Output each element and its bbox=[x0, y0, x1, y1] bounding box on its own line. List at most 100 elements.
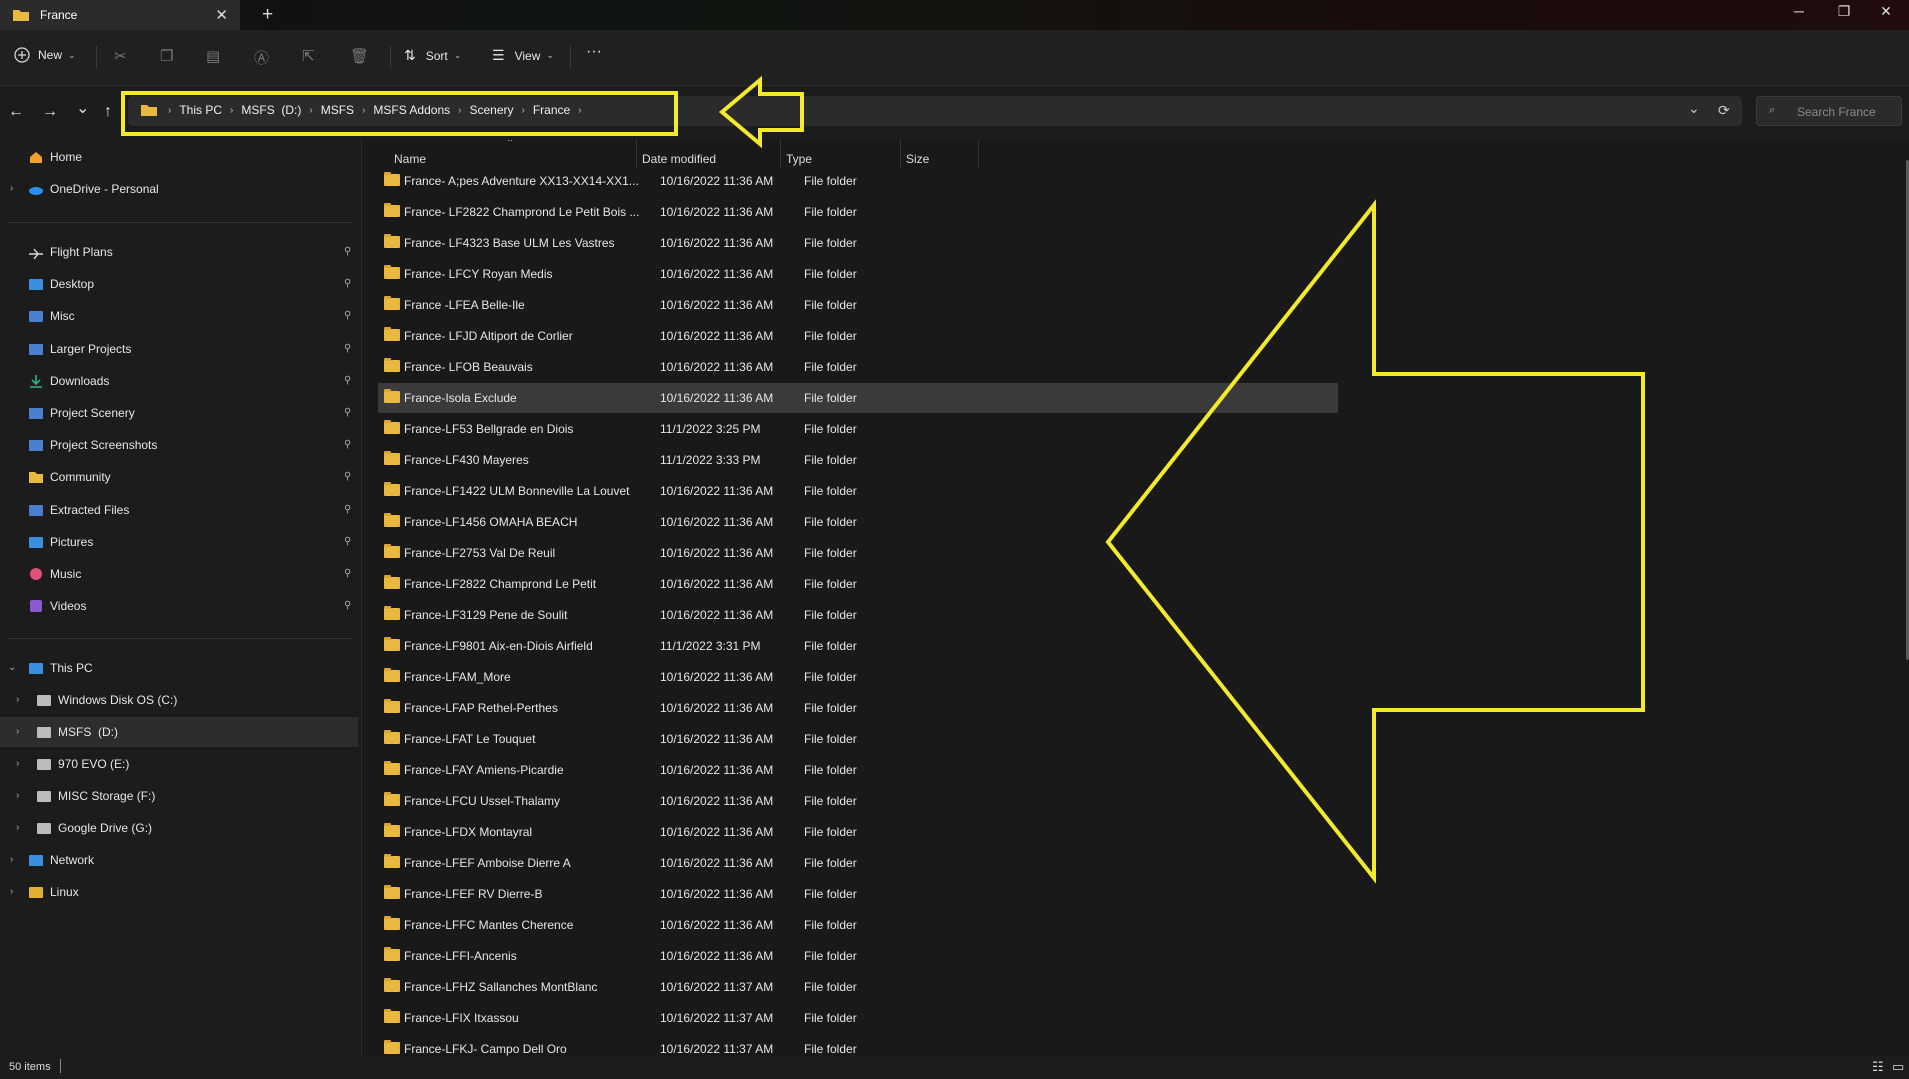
chevron-right-icon[interactable]: › bbox=[10, 183, 13, 194]
file-row[interactable]: France-LF1456 OMAHA BEACH 10/16/2022 11:3… bbox=[378, 507, 1338, 537]
tab-france[interactable]: France ✕ bbox=[0, 0, 240, 30]
copy-icon[interactable]: ❐ bbox=[160, 47, 173, 65]
column-divider[interactable] bbox=[978, 140, 979, 168]
pin-icon[interactable]: ⚲ bbox=[344, 375, 351, 386]
breadcrumb-this-pc[interactable]: This PC bbox=[179, 103, 222, 117]
pin-icon[interactable]: ⚲ bbox=[344, 471, 351, 482]
chevron-right-icon[interactable]: › bbox=[16, 758, 19, 769]
pin-icon[interactable]: ⚲ bbox=[344, 246, 351, 257]
breadcrumb-msfs-drive[interactable]: MSFS (D:) bbox=[241, 103, 301, 117]
file-row[interactable]: France- LF4323 Base ULM Les Vastres 10/16… bbox=[378, 228, 1338, 258]
close-tab-icon[interactable]: ✕ bbox=[215, 6, 228, 24]
view-button[interactable]: ☰ View ⌄ bbox=[492, 47, 554, 64]
minimize-icon[interactable]: ─ bbox=[1779, 3, 1819, 19]
chevron-down-icon[interactable]: ⌄ bbox=[8, 662, 16, 673]
sidebar-item-misc[interactable]: Misc ⚲ bbox=[0, 301, 358, 331]
file-row[interactable]: France-LFFI-Ancenis 10/16/2022 11:36 AM Fi… bbox=[378, 941, 1338, 971]
file-row[interactable]: France- LF2822 Champrond Le Petit Bois .… bbox=[378, 197, 1338, 227]
recent-locations-icon[interactable]: ⌄ bbox=[76, 98, 89, 118]
chevron-right-icon[interactable]: › bbox=[458, 105, 461, 116]
sidebar-item-home[interactable]: Home bbox=[0, 142, 358, 172]
chevron-right-icon[interactable]: › bbox=[16, 694, 19, 705]
chevron-right-icon[interactable]: › bbox=[16, 790, 19, 801]
chevron-right-icon[interactable]: › bbox=[230, 105, 233, 116]
pin-icon[interactable]: ⚲ bbox=[344, 568, 351, 579]
sidebar-item-pictures[interactable]: Pictures ⚲ bbox=[0, 527, 358, 557]
sort-button[interactable]: ⇅ Sort ⌄ bbox=[404, 47, 461, 64]
sidebar-item-google-drive-g-[interactable]: › Google Drive (G:) bbox=[0, 813, 358, 843]
file-row[interactable]: France-LF2822 Champrond Le Petit 10/16/20… bbox=[378, 569, 1338, 599]
pin-icon[interactable]: ⚲ bbox=[344, 310, 351, 321]
file-row[interactable]: France- A;pes Adventure XX13-XX14-XX1...… bbox=[378, 166, 1338, 196]
file-row[interactable]: France-LFIX Itxassou 10/16/2022 11:37 AM F… bbox=[378, 1003, 1338, 1033]
file-row[interactable]: France-LFKJ- Campo Dell Oro 10/16/2022 11… bbox=[378, 1034, 1338, 1056]
file-row[interactable]: France- LFJD Altiport de Corlier 10/16/20… bbox=[378, 321, 1338, 351]
sidebar-item-community[interactable]: Community ⚲ bbox=[0, 462, 358, 492]
maximize-icon[interactable]: ❐ bbox=[1824, 3, 1864, 20]
chevron-right-icon[interactable]: › bbox=[309, 105, 312, 116]
file-row[interactable]: France-LF3129 Pene de Soulit 10/16/2022 1… bbox=[378, 600, 1338, 630]
column-divider[interactable] bbox=[900, 140, 901, 168]
file-row[interactable]: France-LFAP Rethel-Perthes 10/16/2022 11:… bbox=[378, 693, 1338, 723]
pin-icon[interactable]: ⚲ bbox=[344, 278, 351, 289]
delete-icon[interactable]: 🗑 bbox=[350, 47, 369, 65]
file-row[interactable]: France-LF2753 Val De Reuil 10/16/2022 11:… bbox=[378, 538, 1338, 568]
column-divider[interactable] bbox=[636, 140, 637, 168]
close-window-icon[interactable]: ✕ bbox=[1866, 3, 1906, 20]
sidebar-item-onedrive-personal[interactable]: › OneDrive - Personal bbox=[0, 174, 358, 204]
more-options-icon[interactable]: ··· bbox=[586, 43, 602, 61]
new-tab-icon[interactable]: + bbox=[262, 4, 273, 26]
up-icon[interactable]: ↑ bbox=[104, 103, 112, 121]
breadcrumb-msfs[interactable]: MSFS bbox=[321, 103, 354, 117]
new-button[interactable]: New ⌄ bbox=[14, 47, 76, 63]
sidebar-item-music[interactable]: Music ⚲ bbox=[0, 559, 358, 589]
chevron-right-icon[interactable]: › bbox=[522, 105, 525, 116]
breadcrumb-scenery[interactable]: Scenery bbox=[469, 103, 513, 117]
sidebar-item-project-scenery[interactable]: Project Scenery ⚲ bbox=[0, 398, 358, 428]
address-dropdown-icon[interactable]: ⌄ bbox=[1688, 100, 1700, 117]
search-box[interactable]: ⌕ Search France bbox=[1756, 96, 1902, 126]
forward-icon[interactable]: → bbox=[42, 103, 58, 121]
breadcrumb-france[interactable]: France bbox=[533, 103, 570, 117]
file-row[interactable]: France-LF53 Bellgrade en Diois 11/1/2022 … bbox=[378, 414, 1338, 444]
sidebar-item-project-screenshots[interactable]: Project Screenshots ⚲ bbox=[0, 430, 358, 460]
file-row[interactable]: France-LFFC Mantes Cherence 10/16/2022 11… bbox=[378, 910, 1338, 940]
file-row[interactable]: France-Isola Exclude 10/16/2022 11:36 AM F… bbox=[378, 383, 1338, 413]
share-icon[interactable]: ⇱ bbox=[302, 47, 315, 65]
search-input[interactable]: Search France bbox=[1797, 105, 1876, 119]
sidebar-item-linux[interactable]: › Linux bbox=[0, 877, 358, 907]
sidebar-item-downloads[interactable]: Downloads ⚲ bbox=[0, 366, 358, 396]
paste-icon[interactable]: ▤ bbox=[206, 47, 220, 65]
chevron-right-icon[interactable]: › bbox=[16, 822, 19, 833]
sidebar-item-flight-plans[interactable]: Flight Plans ⚲ bbox=[0, 237, 358, 267]
file-row[interactable]: France-LFEF Amboise Dierre A 10/16/2022 1… bbox=[378, 848, 1338, 878]
file-row[interactable]: France-LFDX Montayral 10/16/2022 11:36 AM… bbox=[378, 817, 1338, 847]
sidebar-item-desktop[interactable]: Desktop ⚲ bbox=[0, 269, 358, 299]
pin-icon[interactable]: ⚲ bbox=[344, 504, 351, 515]
sidebar-item-misc-storage-f-[interactable]: › MISC Storage (F:) bbox=[0, 781, 358, 811]
rename-icon[interactable]: Ⓐ bbox=[254, 47, 269, 68]
file-row[interactable]: France-LFAT Le Touquet 10/16/2022 11:36 A… bbox=[378, 724, 1338, 754]
pin-icon[interactable]: ⚲ bbox=[344, 536, 351, 547]
chevron-right-icon[interactable]: › bbox=[16, 726, 19, 737]
cut-icon[interactable]: ✂ bbox=[114, 47, 127, 65]
pin-icon[interactable]: ⚲ bbox=[344, 407, 351, 418]
sidebar-item-extracted-files[interactable]: Extracted Files ⚲ bbox=[0, 495, 358, 525]
address-bar[interactable]: › This PC › MSFS (D:) › MSFS › MSFS Addo… bbox=[128, 96, 1742, 126]
refresh-icon[interactable]: ⟳ bbox=[1718, 102, 1730, 119]
sidebar-item-msfs-d-[interactable]: › MSFS (D:) bbox=[0, 717, 358, 747]
tiles-view-icon[interactable]: ▭ bbox=[1892, 1059, 1904, 1075]
file-row[interactable]: France-LF1422 ULM Bonneville La Louvet 10… bbox=[378, 476, 1338, 506]
file-row[interactable]: France-LF9801 Aix-en-Diois Airfield 11/1/… bbox=[378, 631, 1338, 661]
pin-icon[interactable]: ⚲ bbox=[344, 343, 351, 354]
file-row[interactable]: France-LFAY Amiens-Picardie 10/16/2022 11… bbox=[378, 755, 1338, 785]
chevron-right-icon[interactable]: › bbox=[362, 105, 365, 116]
breadcrumb-msfs-addons[interactable]: MSFS Addons bbox=[373, 103, 450, 117]
file-row[interactable]: France-LFEF RV Dierre-B 10/16/2022 11:36 … bbox=[378, 879, 1338, 909]
file-row[interactable]: France-LFAM_More 10/16/2022 11:36 AM File … bbox=[378, 662, 1338, 692]
file-row[interactable]: France -LFEA Belle-Ile 10/16/2022 11:36 A… bbox=[378, 290, 1338, 320]
sidebar-item-larger-projects[interactable]: Larger Projects ⚲ bbox=[0, 334, 358, 364]
details-view-icon[interactable]: ☷ bbox=[1872, 1059, 1884, 1075]
chevron-right-icon[interactable]: › bbox=[10, 854, 13, 865]
sidebar-item-windows-disk-os-c-[interactable]: › Windows Disk OS (C:) bbox=[0, 685, 358, 715]
